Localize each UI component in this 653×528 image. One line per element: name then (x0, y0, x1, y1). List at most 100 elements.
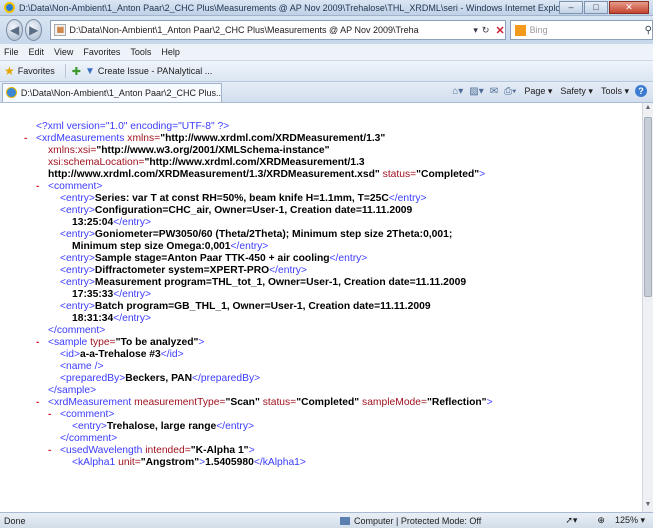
print-icon[interactable]: ⎙▾ (504, 86, 516, 97)
add-favorite-icon[interactable]: ✚ (72, 65, 81, 78)
tab-ie-icon (6, 87, 17, 98)
menu-view[interactable]: View (54, 47, 73, 57)
stop-icon[interactable]: ✕ (495, 24, 504, 37)
xml-attr: xsi:schemaLocation= (48, 157, 145, 168)
address-text[interactable]: D:\Data\Non-Ambient\1_Anton Paar\2_CHC P… (69, 25, 469, 35)
xml-text: 1.5405980 (205, 457, 254, 468)
protected-mode-icon[interactable]: ➚▾ (565, 515, 577, 526)
feeds-icon[interactable]: ▨▾ (469, 86, 483, 97)
xml-line: </sample> (0, 385, 642, 397)
bing-icon (514, 24, 526, 36)
xml-tag: </id> (160, 349, 184, 360)
address-bar[interactable]: ▦ D:\Data\Non-Ambient\1_Anton Paar\2_CHC… (50, 20, 506, 40)
xml-attr: unit= (118, 457, 141, 468)
minimize-button[interactable]: – (559, 1, 583, 14)
help-icon[interactable]: ? (635, 85, 647, 97)
zoom-icon: ⊕ (597, 515, 605, 525)
close-button[interactable]: ✕ (609, 1, 649, 14)
xml-attr: status= (382, 169, 417, 180)
collapse-toggle[interactable]: - (36, 181, 48, 193)
zoom-control[interactable]: ⊕ 125% ▾ (587, 515, 645, 526)
menu-edit[interactable]: Edit (29, 47, 45, 57)
mail-icon[interactable]: ✉ (490, 86, 498, 97)
address-dropdown-icon[interactable]: ▾ (473, 25, 478, 36)
xml-attr-value: "http://www.w3.org/2001/XMLSchema-instan… (96, 145, 330, 156)
xml-attr: status= (262, 397, 297, 408)
search-input[interactable]: Bing (530, 25, 645, 35)
zoom-level: 125% (614, 515, 638, 525)
forward-button[interactable]: ▶ (25, 19, 43, 41)
xml-attr-value: "Completed" (296, 397, 360, 408)
tab-bar: D:\Data\Non-Ambient\1_Anton Paar\2_CHC P… (0, 82, 653, 103)
xml-attr-value: "http://www.xrdml.com/XRDMeasurement/1.3 (144, 157, 365, 168)
menu-favorites[interactable]: Favorites (83, 47, 120, 57)
collapse-toggle[interactable]: - (36, 337, 48, 349)
menu-tools[interactable]: Tools (130, 47, 151, 57)
navigation-bar: ◀ ▶ ▦ D:\Data\Non-Ambient\1_Anton Paar\2… (0, 16, 653, 44)
collapse-toggle[interactable]: - (36, 397, 48, 409)
xml-tag: </entry> (269, 265, 307, 276)
xml-attr-value: "K-Alpha 1" (190, 445, 249, 456)
xml-tag: <xrdMeasurement (48, 397, 132, 408)
scroll-up-arrow-icon[interactable]: ▲ (644, 104, 652, 114)
scroll-down-arrow-icon[interactable]: ▼ (644, 501, 652, 511)
xml-document-view: <?xml version="1.0" encoding="UTF-8" ?> … (0, 103, 642, 512)
tab-current[interactable]: D:\Data\Non-Ambient\1_Anton Paar\2_CHC P… (2, 82, 222, 102)
xml-attr: measurementType= (134, 397, 226, 408)
favorite-link-create-issue[interactable]: Create Issue - PANalytical ... (98, 66, 212, 76)
xml-tag: <usedWavelength (60, 445, 143, 456)
back-button[interactable]: ◀ (6, 19, 24, 41)
xml-line: </comment> (0, 433, 642, 445)
menu-help[interactable]: Help (161, 47, 180, 57)
xml-tag: </sample> (48, 385, 97, 396)
collapse-toggle[interactable]: - (48, 445, 60, 457)
xml-line: Minimum step size Omega:0,001</entry> (0, 241, 642, 253)
xml-tag: </kAlpha1> (253, 457, 306, 468)
xml-line: <kAlpha1 unit="Angstrom">1.5405980</kAlp… (0, 457, 642, 469)
xml-line: 17:35:33</entry> (0, 289, 642, 301)
favorites-star-icon[interactable]: ★ (4, 64, 15, 78)
safety-menu[interactable]: Safety ▾ (560, 86, 593, 97)
xml-line: 18:31:34</entry> (0, 313, 642, 325)
xml-text: Goniometer=PW3050/60 (Theta/2Theta); Min… (94, 229, 453, 240)
collapse-toggle[interactable]: - (24, 133, 36, 145)
security-zone-label: Computer | Protected Mode: Off (354, 515, 482, 526)
vertical-scrollbar[interactable]: ▲ ▼ (642, 103, 653, 512)
tab-label: D:\Data\Non-Ambient\1_Anton Paar\2_CHC P… (20, 87, 221, 98)
xml-line: <?xml version="1.0" encoding="UTF-8" ?> (0, 121, 642, 133)
xml-line: <entry>Sample stage=Anton Paar TTK-450 +… (0, 253, 642, 265)
xml-line: - <comment> (0, 409, 642, 421)
menu-file[interactable]: File (4, 47, 19, 57)
security-zone[interactable]: Computer | Protected Mode: Off (340, 516, 481, 526)
xml-line: - <usedWavelength intended="K-Alpha 1"> (0, 445, 642, 457)
xml-attr: sampleMode= (362, 397, 428, 408)
window-controls: – □ ✕ (558, 1, 649, 14)
xml-text: Diffractometer system=XPERT-PRO (94, 265, 270, 276)
search-box[interactable]: Bing ⚲ (509, 20, 653, 40)
home-icon[interactable]: ⌂▾ (452, 86, 463, 97)
xml-line: <name /> (0, 361, 642, 373)
xml-tag: </entry> (113, 313, 151, 324)
xml-tag: <entry> (60, 193, 95, 204)
xml-tag: </entry> (230, 241, 269, 252)
xml-tag: <preparedBy> (60, 373, 126, 384)
page-menu[interactable]: Page ▾ (524, 86, 552, 97)
refresh-icon[interactable]: ↻ (482, 25, 490, 36)
maximize-button[interactable]: □ (584, 1, 608, 14)
xml-tag: </comment> (48, 325, 106, 336)
xml-tag: <name /> (60, 361, 104, 372)
tools-menu[interactable]: Tools ▾ (601, 86, 629, 97)
xml-attr-value: "Angstrom" (140, 457, 200, 468)
search-icon[interactable]: ⚲ (645, 25, 652, 36)
xml-text: 18:31:34 (72, 313, 114, 324)
xml-line: </comment> (0, 325, 642, 337)
xml-declaration: <?xml version="1.0" encoding="UTF-8" ?> (36, 121, 230, 132)
scroll-thumb[interactable] (644, 117, 652, 297)
xml-tag: <entry> (60, 229, 95, 240)
xml-tag-end: > (248, 445, 255, 456)
xml-tag: </entry> (113, 217, 151, 228)
collapse-toggle[interactable]: - (48, 409, 60, 421)
xml-text: Sample stage=Anton Paar TTK-450 + air co… (94, 253, 330, 264)
xml-tag: </entry> (329, 253, 368, 264)
favorites-button[interactable]: Favorites (18, 66, 55, 76)
